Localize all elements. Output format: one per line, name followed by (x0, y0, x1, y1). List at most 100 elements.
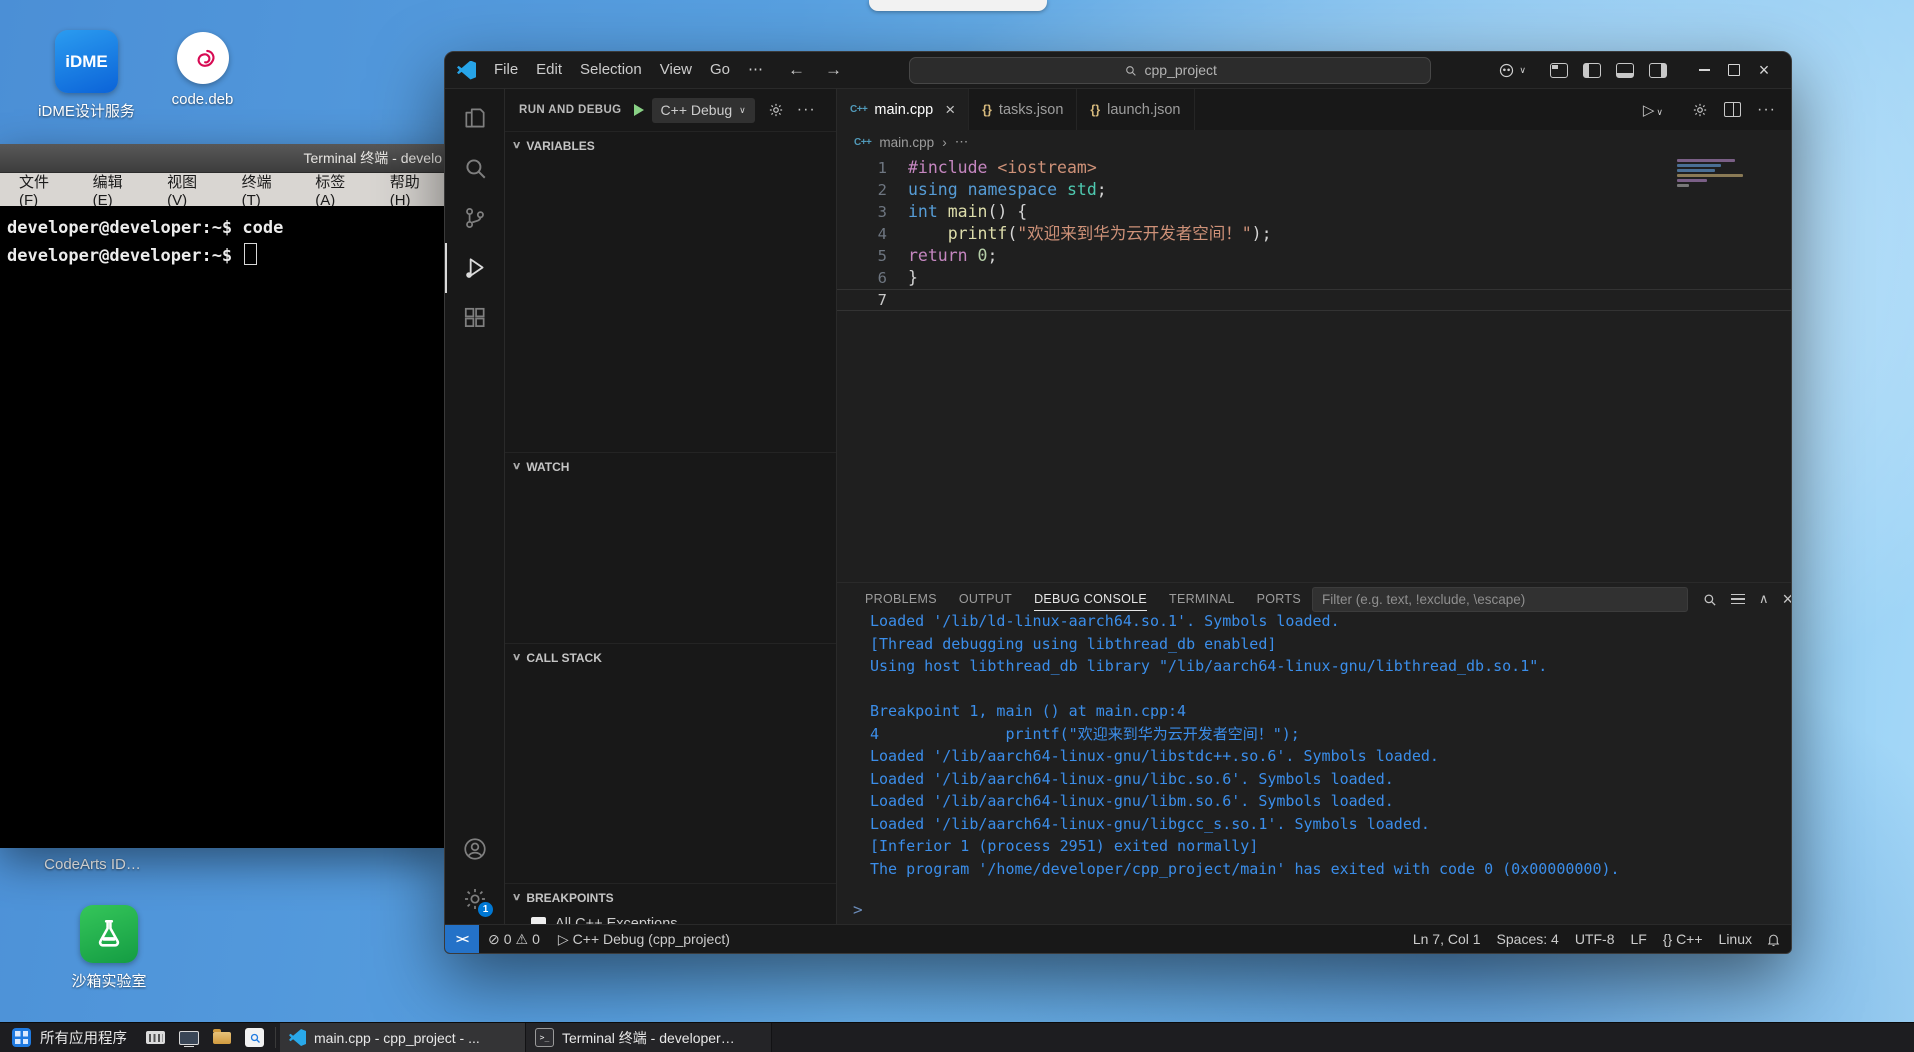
breadcrumb-more[interactable]: ⋯ (955, 134, 969, 150)
taskbar-task[interactable]: main.cpp - cpp_project - ... (280, 1023, 526, 1052)
debug-status[interactable]: ▷ C++ Debug (cpp_project) (549, 925, 739, 953)
taskbar-separator (275, 1027, 276, 1048)
code-line[interactable]: 6} (837, 267, 1791, 289)
remote-indicator[interactable]: >< (445, 925, 479, 953)
breadcrumb-file[interactable]: main.cpp (879, 135, 934, 150)
toggle-panel-icon[interactable] (1616, 62, 1635, 78)
split-editor-icon[interactable] (1724, 102, 1742, 117)
run-and-debug-icon[interactable] (445, 243, 504, 293)
menubar-item-edit[interactable]: Edit (527, 57, 571, 83)
code-line[interactable]: 3 int main() { (837, 201, 1791, 223)
code-line[interactable]: 5 return 0; (837, 245, 1791, 267)
start-debug-icon[interactable] (633, 104, 644, 116)
terminal-menu-item[interactable]: 视图(V) (154, 171, 228, 209)
panel-tab-terminal[interactable]: TERMINAL (1158, 583, 1246, 615)
code-editor[interactable]: 1 #include <iostream> 2 using namespace std… (837, 154, 1791, 582)
console-input[interactable]: > (837, 897, 1791, 924)
console-filter-input[interactable] (1311, 586, 1688, 612)
settings-gear-icon[interactable]: 1 (445, 874, 504, 924)
keyboard-icon[interactable] (139, 1023, 172, 1052)
explorer-icon[interactable] (445, 93, 504, 143)
more-actions-icon[interactable]: ··· (797, 101, 816, 119)
section-header[interactable]: ∨ VARIABLES (505, 132, 836, 159)
minimize-button[interactable] (1689, 57, 1719, 83)
menubar-item-more[interactable]: ⋯ (739, 57, 772, 83)
run-or-debug-icon[interactable]: ▷ ∨ (1643, 101, 1663, 119)
terminal-menu-item[interactable]: 编辑(E) (80, 171, 154, 209)
panel-tab-debug-console[interactable]: DEBUG CONSOLE (1023, 583, 1158, 615)
account-icon[interactable] (445, 824, 504, 874)
code-line[interactable]: 7 (837, 289, 1791, 311)
files-icon[interactable] (205, 1023, 238, 1052)
desktop-icon-codearts[interactable]: CodeArts ID… (20, 856, 165, 873)
all-apps-button[interactable]: 所有应用程序 (0, 1023, 139, 1052)
close-button[interactable]: × (1749, 57, 1779, 83)
breakpoint-item[interactable]: All C++ Exceptions (505, 911, 836, 924)
close-panel-icon[interactable]: × (1782, 589, 1791, 610)
tab-close-icon[interactable]: × (945, 100, 955, 120)
search-icon[interactable] (445, 143, 504, 193)
notifications-bell-icon[interactable] (1766, 932, 1781, 947)
extensions-icon[interactable] (445, 293, 504, 343)
panel-tab-output[interactable]: OUTPUT (948, 583, 1023, 615)
menubar-item-go[interactable]: Go (701, 57, 739, 83)
console-lines-icon[interactable] (1730, 593, 1745, 605)
minimap[interactable] (1677, 159, 1777, 187)
assistant-icon[interactable]: ∨ (1498, 62, 1526, 79)
terminal-content[interactable]: developer@developer:~$ code developer@dev… (0, 206, 452, 848)
problems-status[interactable]: ⊘ 0 ⚠ 0 (479, 925, 549, 953)
code-line[interactable]: 1 #include <iostream> (837, 157, 1791, 179)
checkbox[interactable] (531, 916, 546, 924)
status-item-lf[interactable]: LF (1622, 931, 1654, 947)
code-line[interactable]: 4 printf("欢迎来到华为云开发者空间！"); (837, 223, 1791, 245)
status-item-utf-8[interactable]: UTF-8 (1567, 931, 1623, 947)
find-icon[interactable] (1702, 592, 1717, 607)
monitor-icon[interactable] (172, 1023, 205, 1052)
search-icon[interactable] (238, 1023, 271, 1052)
tab-launch-json[interactable]: {} launch.json (1077, 89, 1195, 130)
debug-console[interactable]: Loaded '/lib/ld-linux-aarch64.so.1'. Sym… (837, 612, 1791, 924)
source-control-icon[interactable] (445, 193, 504, 243)
panel-tab-ports[interactable]: PORTS (1246, 583, 1312, 615)
section-header[interactable]: ∨ CALL STACK (505, 644, 836, 671)
toggle-sidebar-icon[interactable] (1583, 62, 1602, 78)
menubar-item-selection[interactable]: Selection (571, 57, 651, 83)
terminal-menu-item[interactable]: 标签(A) (302, 171, 376, 209)
tab-tasks-json[interactable]: {} tasks.json (969, 89, 1078, 130)
terminal-menu-item[interactable]: 帮助(H) (377, 171, 452, 209)
status-item-spaces-4[interactable]: Spaces: 4 (1489, 931, 1567, 947)
tab-main-cpp[interactable]: C++ main.cpp × (837, 89, 970, 130)
section-header[interactable]: ∨ WATCH (505, 453, 836, 480)
panel-tab-problems[interactable]: PROBLEMS (854, 583, 948, 615)
toggle-secondary-sidebar-icon[interactable] (1649, 62, 1668, 78)
debug-config-dropdown[interactable]: C++ Debug ∨ (651, 97, 755, 123)
debug-settings-gear-icon[interactable] (768, 102, 784, 118)
more-actions-icon[interactable]: ··· (1757, 101, 1776, 119)
maximize-button[interactable] (1719, 57, 1749, 83)
desktop-icon-sandbox[interactable]: 沙箱实验室 (44, 905, 174, 991)
vscode-titlebar[interactable]: File Edit Selection View Go ⋯ ← → cpp_project… (445, 52, 1791, 89)
code-line[interactable]: 2 using namespace std; (837, 179, 1791, 201)
desktop-icon-idme[interactable]: iDME iDME设计服务 (24, 30, 149, 121)
editor-gear-icon[interactable] (1692, 102, 1708, 118)
desktop-icon-codedeb[interactable]: code.deb (150, 32, 255, 108)
command-center[interactable]: cpp_project (909, 56, 1432, 84)
status-item-linux[interactable]: Linux (1711, 931, 1760, 947)
console-line: Loaded '/lib/aarch64-linux-gnu/libstdc++… (870, 747, 1439, 765)
terminal-menu-item[interactable]: 文件(F) (6, 171, 80, 209)
maximize-panel-icon[interactable]: ∧ (1759, 591, 1769, 607)
terminal-menu-item[interactable]: 终端(T) (229, 171, 303, 209)
code-token: return (908, 246, 968, 265)
status-item-c[interactable]: {} C++ (1655, 931, 1711, 947)
breadcrumb[interactable]: C++ main.cpp › ⋯ (837, 130, 1791, 154)
taskbar-task[interactable]: Terminal 终端 - developer… (526, 1023, 772, 1052)
top-panel-handle[interactable] (869, 0, 1047, 11)
menubar-item-file[interactable]: File (485, 57, 527, 83)
customize-layout-icon[interactable] (1550, 62, 1569, 78)
status-item-ln-7-col-1[interactable]: Ln 7, Col 1 (1405, 931, 1489, 947)
nav-forward-icon[interactable]: → (825, 60, 842, 80)
section-header[interactable]: ∨ BREAKPOINTS (505, 884, 836, 911)
terminal-titlebar[interactable]: Terminal 终端 - develo (0, 144, 452, 173)
menubar-item-view[interactable]: View (651, 57, 701, 83)
nav-back-icon[interactable]: ← (788, 60, 805, 80)
